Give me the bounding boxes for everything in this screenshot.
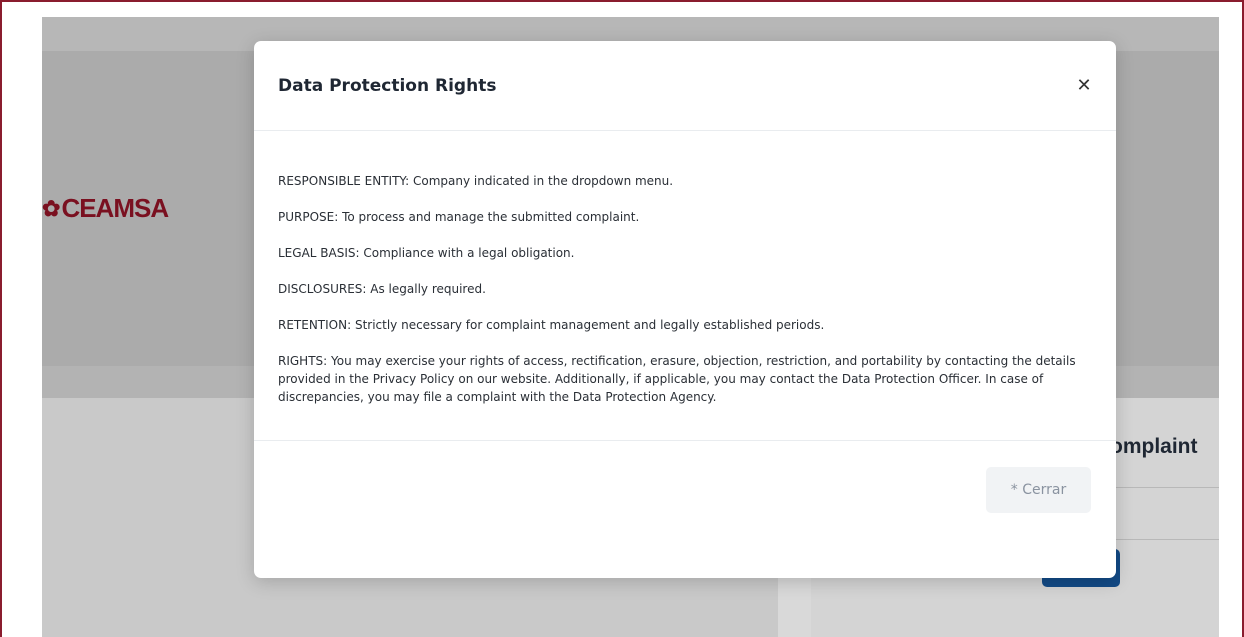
purpose-text: PURPOSE: To process and manage the submi… [278, 210, 640, 224]
modal-header: Data Protection Rights ✕ [254, 41, 1116, 131]
modal-body: RESPONSIBLE ENTITY: Company indicated in… [254, 131, 1116, 441]
responsible-entity-text: RESPONSIBLE ENTITY: Company indicated in… [278, 174, 674, 188]
logo-emblem-icon: ✿ [42, 195, 60, 221]
close-icon[interactable]: ✕ [1070, 71, 1098, 99]
complaint-heading: omplaint [1110, 435, 1198, 458]
disclosures-text: DISCLOSURES: As legally required. [278, 282, 486, 296]
logo-text: CEAMSA [61, 193, 169, 223]
modal-footer: * Cerrar [254, 441, 1116, 577]
modal-title: Data Protection Rights [278, 76, 497, 96]
rights-text: RIGHTS: You may exercise your rights of … [278, 354, 1076, 404]
legal-basis-text: LEGAL BASIS: Compliance with a legal obl… [278, 246, 575, 260]
retention-text: RETENTION: Strictly necessary for compla… [278, 318, 825, 332]
cerrar-button[interactable]: * Cerrar [986, 467, 1091, 513]
company-logo: ✿ CEAMSA [42, 193, 169, 224]
data-protection-modal: Data Protection Rights ✕ RESPONSIBLE ENT… [254, 41, 1116, 578]
